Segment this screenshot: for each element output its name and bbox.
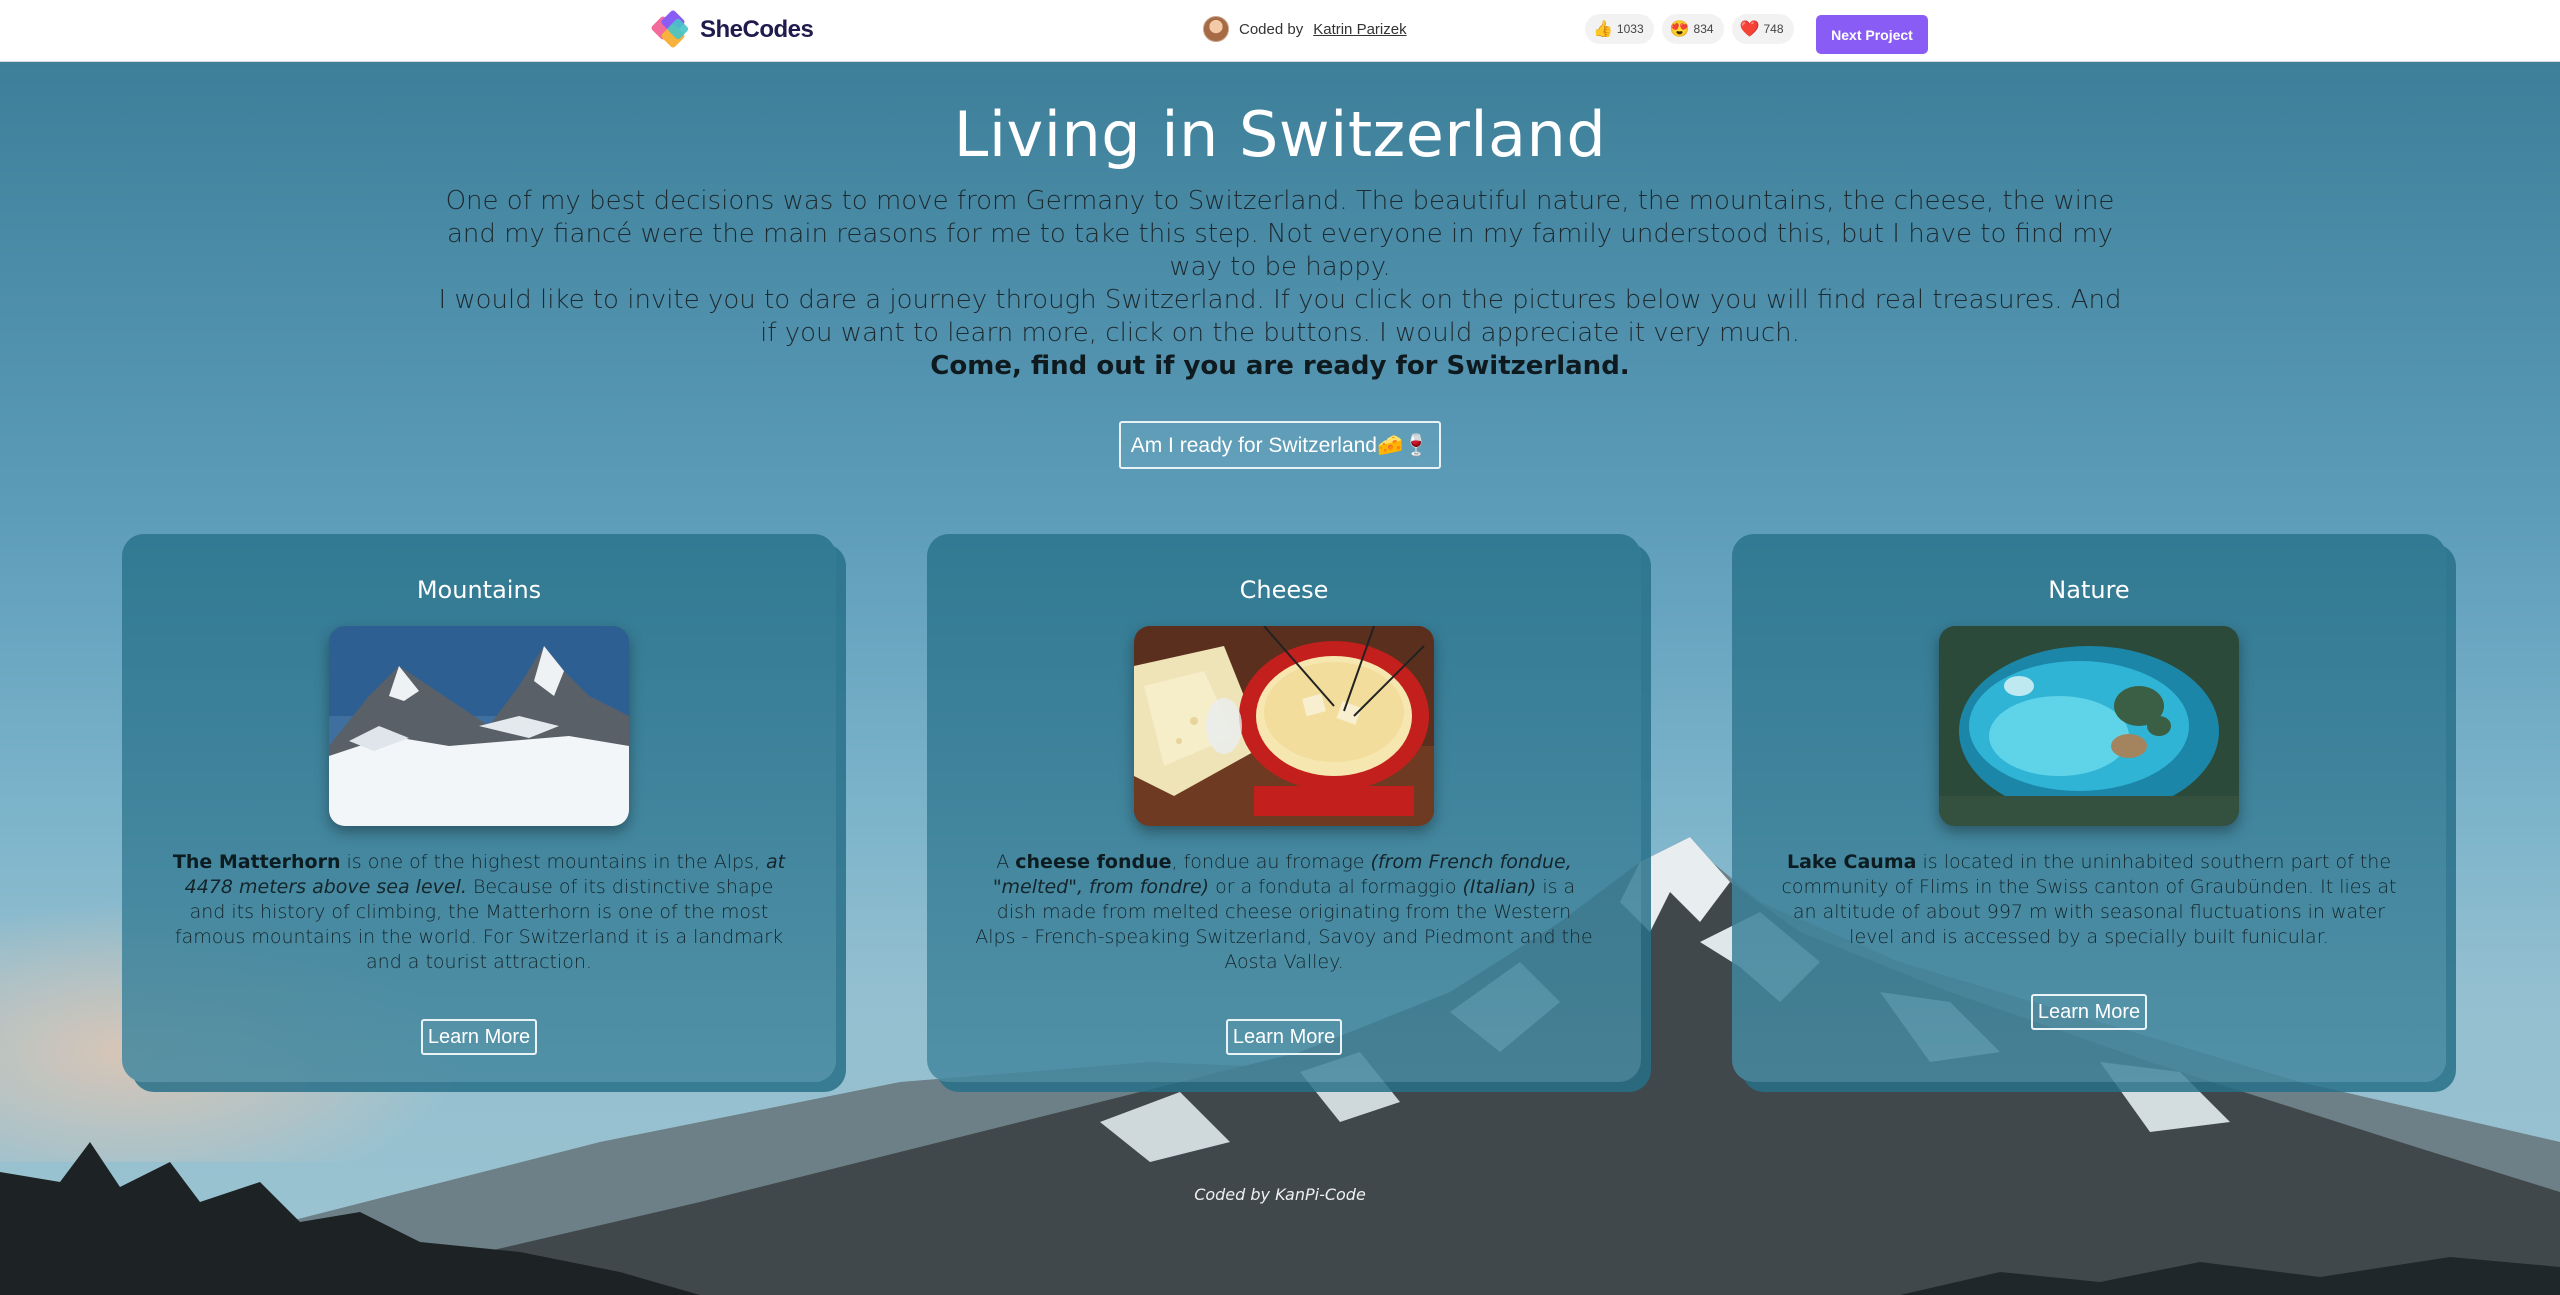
card-nature: Nature Lake Cauma is located in the unin… [1732, 534, 2446, 1082]
reaction-thumbs-up[interactable]: 👍 1033 [1585, 14, 1654, 44]
shecodes-logo-icon [651, 10, 689, 48]
hero-section: Living in Switzerland One of my best dec… [0, 62, 2560, 469]
intro-text: One of my best decisions was to move fro… [430, 185, 2130, 383]
ready-for-switzerland-button[interactable]: Am I ready for Switzerland🧀🍷 [1118, 421, 1442, 469]
matterhorn-photo[interactable] [329, 626, 629, 826]
author-link[interactable]: Katrin Parizek [1313, 21, 1406, 38]
reaction-heart-eyes[interactable]: 😍 834 [1661, 14, 1724, 44]
heart-eyes-icon: 😍 [1669, 21, 1690, 38]
card-title: Nature [2048, 576, 2130, 604]
lake-cauma-photo[interactable] [1939, 626, 2239, 826]
avatar [1203, 16, 1229, 42]
thumbs-up-icon: 👍 [1593, 21, 1613, 38]
fondue-image [1134, 626, 1434, 826]
matterhorn-image [329, 626, 629, 826]
heart-icon: ❤️ [1739, 21, 1760, 38]
card-description: A cheese fondue, fondue au fromage (from… [974, 850, 1594, 975]
desc-bold: cheese fondue [1015, 851, 1172, 873]
call-to-action: Come, find out if you are ready for Swit… [930, 351, 1630, 381]
desc-text: A [996, 851, 1016, 873]
card-description: Lake Cauma is located in the uninhabited… [1779, 850, 2399, 950]
card-title: Cheese [1239, 576, 1329, 604]
top-navigation-bar: SheCodes Coded by Katrin Parizek 👍 1033 … [0, 0, 2560, 62]
card-title: Mountains [416, 576, 542, 604]
desc-text: is one of the highest mountains in the A… [340, 851, 767, 873]
desc-text: , fondue au fromage [1171, 851, 1371, 873]
coded-by-prefix: Coded by [1239, 20, 1304, 38]
card-description: The Matterhorn is one of the highest mou… [169, 850, 789, 975]
next-project-button[interactable]: Next Project [1816, 15, 1928, 54]
fondue-photo[interactable] [1134, 626, 1434, 826]
reaction-count: 834 [1693, 22, 1714, 36]
learn-more-button[interactable]: Learn More [2030, 994, 2148, 1030]
reaction-count: 748 [1763, 22, 1784, 36]
learn-more-button[interactable]: Learn More [420, 1019, 538, 1055]
reaction-heart[interactable]: ❤️ 748 [1731, 14, 1794, 44]
desc-text: or a fonduta al formaggio [1209, 876, 1463, 898]
coded-by: Coded by Katrin Parizek [1203, 16, 1407, 42]
reactions: 👍 1033 😍 834 ❤️ 748 [1585, 14, 1794, 44]
card-mountains: Mountains The Matterhorn is one of the h… [122, 534, 836, 1082]
desc-bold: The Matterhorn [172, 851, 341, 873]
footer-credit: Coded by KanPi-Code [1194, 1185, 1366, 1204]
lake-cauma-image [1939, 626, 2239, 826]
page-title: Living in Switzerland [953, 98, 1607, 171]
brand-name: SheCodes [700, 16, 814, 43]
desc-italic: (Italian) [1462, 876, 1537, 898]
learn-more-button[interactable]: Learn More [1225, 1019, 1343, 1055]
reaction-count: 1033 [1616, 22, 1644, 36]
intro-paragraph-1: One of my best decisions was to move fro… [445, 186, 2115, 282]
intro-paragraph-2: I would like to invite you to dare a jou… [438, 285, 2122, 348]
shecodes-logo[interactable]: SheCodes [650, 10, 814, 50]
desc-bold: Lake Cauma [1786, 851, 1917, 873]
card-cheese: Cheese A cheese fondue, fondue au fromag… [927, 534, 1641, 1082]
